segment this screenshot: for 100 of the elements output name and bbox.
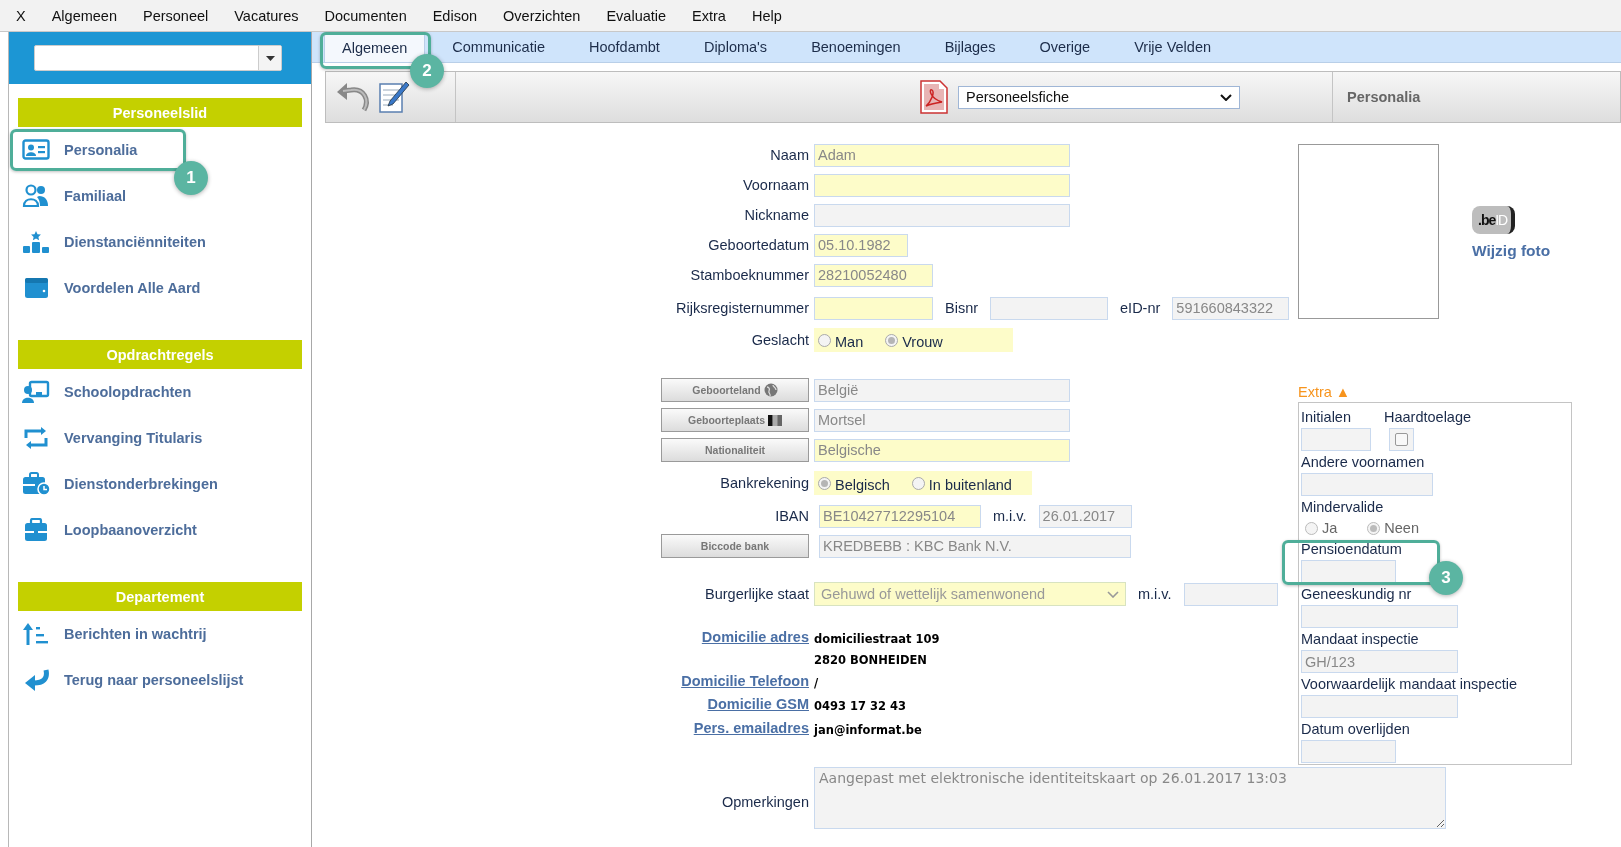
sidebar-item[interactable]: Voordelen Alle Aard [18,265,201,311]
input-field[interactable]: BE10427712295104 [819,504,981,528]
field-label: IBAN [775,508,809,524]
field-label: Naam [770,147,809,163]
input-field[interactable]: 591660843322 [1172,296,1290,320]
field-label: Voorwaardelijk mandaat inspectie [1301,675,1517,694]
people-icon [22,184,50,208]
globe-icon [763,383,778,397]
input-field[interactable] [1183,582,1278,606]
field-label: Datum overlijden [1301,720,1410,739]
input-field[interactable] [1301,560,1396,583]
field-label: Burgerlijke staat [705,586,809,602]
address-text: jan@informat.be [814,722,922,739]
checkbox[interactable] [1395,433,1408,446]
input-field[interactable]: 05.10.1982 [814,233,908,257]
id-card-icon [22,138,50,162]
input-field[interactable]: Adam [814,143,1070,167]
menu-item[interactable]: Extra [679,7,739,24]
field-label: Initialen [1301,408,1351,427]
tab[interactable]: Bijlages [927,32,1013,62]
pdf-icon[interactable] [920,80,948,114]
menu-item[interactable]: Documenten [311,7,420,24]
menu-item[interactable]: X [3,7,39,24]
radio-button[interactable] [1367,521,1381,535]
radio-button[interactable] [818,476,831,490]
tab[interactable]: Overige [1022,32,1108,62]
dropdown-field[interactable]: Gehuwd of wettelijk samenwonend [814,582,1126,606]
radio-button[interactable] [818,333,831,347]
menu-item[interactable]: Evaluatie [593,7,680,24]
field-label: eID-nr [1120,300,1161,316]
section-header: Departement [18,582,302,611]
tab[interactable]: Diploma's [686,32,785,62]
tab[interactable]: Benoemingen [794,32,918,62]
menu-item[interactable]: Overzichten [490,7,594,24]
step-number: 1 [174,161,208,195]
menu-item[interactable]: Algemeen [38,7,130,24]
input-field[interactable]: GH/123 [1301,650,1458,673]
radio-button[interactable] [1305,521,1318,535]
field-label: Geslacht [751,332,809,348]
input-field[interactable]: 26.01.2017 [1038,504,1132,528]
radio-button[interactable] [911,476,925,490]
input-field[interactable] [1301,473,1433,496]
step-number: 3 [1429,561,1463,595]
tab[interactable]: Vrije Velden [1117,32,1229,62]
input-field[interactable] [814,173,1070,197]
radio-label: Man [835,334,864,350]
sidebar-item[interactable]: Terug naar personeelslijst [18,657,244,703]
presentation-icon [22,380,50,404]
tab[interactable]: Hoofdambt [571,32,677,62]
address-text: domiciliestraat 109 [814,630,940,648]
field-label: Opmerkingen [721,794,809,810]
input-field[interactable] [1301,695,1458,718]
report-select[interactable]: Personeelsfiche [958,85,1240,109]
sidebar-item[interactable]: Dienstanciënniteiten [18,219,206,265]
remarks-field[interactable]: Aangepast met elektronische identiteitskaart op 26.01.2017 13:03 [814,767,1446,829]
menu-item[interactable]: Personeel [129,7,222,24]
caret-icon [1220,93,1232,101]
link[interactable]: Domicilie GSM [707,696,809,712]
sidebar-item[interactable]: Familiaal [18,173,127,219]
caret-icon [265,55,275,61]
input-field[interactable] [1301,428,1371,451]
field-label: Haardtoelage [1384,408,1472,427]
sidebar-item[interactable]: Dienstonderbrekingen [18,461,218,507]
address-text: 0493 17 32 43 [814,698,907,715]
person-select[interactable] [34,45,282,71]
sidebar-item[interactable]: Berichten in wachtrij [18,611,207,657]
input-field[interactable]: 28210052480 [814,263,933,287]
radio-label: Belgisch [835,477,890,493]
input-field[interactable] [814,203,1070,227]
input-field[interactable] [814,296,933,320]
menu-item[interactable]: Vacatures [221,7,312,24]
sidebar-item[interactable]: Vervanging Titularis [18,415,203,461]
input-field[interactable] [1301,740,1396,763]
podium-icon [22,230,50,254]
field-label: Nickname [744,207,809,223]
notepad-icon[interactable] [378,80,410,114]
radio-label: In buitenland [928,477,1012,493]
sort-list-icon [22,622,50,646]
radio-button[interactable] [885,333,899,347]
link[interactable]: Pers. emailadres [693,720,809,736]
sidebar-item[interactable]: Loopbaanoverzicht [18,507,197,553]
eid-logo: .beID [1472,206,1516,234]
radio-label: Vrouw [902,334,943,350]
link[interactable]: Domicilie Telefoon [681,673,809,689]
input-field[interactable] [1301,605,1458,628]
field-label: Geboortedatum [708,237,809,253]
caret-icon [1107,590,1119,598]
sidebar-item[interactable]: Schoolopdrachten [18,369,192,415]
briefcase-icon [22,518,50,542]
sidebar-item[interactable]: Personalia [18,127,138,173]
link[interactable]: Domicilie adres [701,629,809,645]
menu-item[interactable]: Edison [419,7,491,24]
input-field[interactable] [990,296,1109,320]
change-photo-link[interactable]: Wijzig foto [1472,242,1551,260]
radio-label: Neen [1384,520,1419,536]
menu-item[interactable]: Help [738,7,795,24]
flag-icon [768,414,782,426]
address-text: 2820 BONHEIDEN [814,651,928,669]
swap-arrows-icon [22,426,50,450]
section-header: Opdrachtregels [18,340,302,369]
